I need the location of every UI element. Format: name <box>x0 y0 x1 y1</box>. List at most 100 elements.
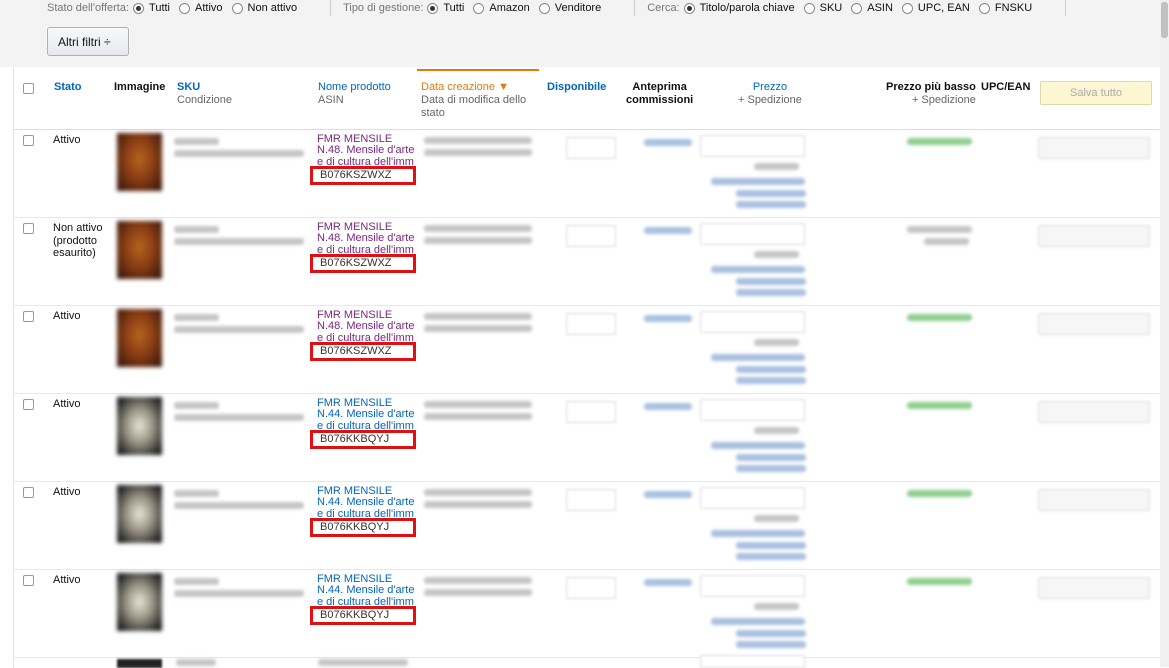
product-name-link[interactable]: FMR MENSILE N.44. Mensile d'arte e di cu… <box>317 574 417 607</box>
header-created[interactable]: Data creazione ▼ Data di modifica dello s… <box>421 81 539 120</box>
sku-value <box>174 402 219 409</box>
sku-value <box>174 578 219 585</box>
radio-offer-all[interactable]: Tutti <box>133 2 170 14</box>
price-input[interactable] <box>700 223 805 245</box>
row-checkbox[interactable] <box>23 223 34 234</box>
product-thumbnail[interactable] <box>117 573 162 631</box>
radio-search-title[interactable]: Titolo/parola chiave <box>683 2 795 14</box>
management-type-label: Tipo di gestione: <box>343 2 424 14</box>
product-name-link[interactable]: FMR MENSILE N.48. Mensile d'arte e di cu… <box>317 222 417 255</box>
quantity-input[interactable] <box>566 137 616 159</box>
actions-dropdown[interactable] <box>1038 313 1150 335</box>
fees-preview-link[interactable] <box>644 579 692 586</box>
product-thumbnail[interactable] <box>117 397 162 455</box>
row-checkbox[interactable] <box>23 135 34 146</box>
radio-offer-active[interactable]: Attivo <box>179 2 223 14</box>
product-name-link[interactable]: FMR MENSILE N.48. Mensile d'arte e di cu… <box>317 134 417 167</box>
more-filters-button[interactable]: Altri filtri ÷ <box>47 27 129 56</box>
price-input[interactable] <box>700 311 805 333</box>
filter-bar: Stato dell'offerta: Tutti Attivo Non att… <box>0 0 1169 67</box>
shipping-template-link[interactable] <box>736 289 806 296</box>
fees-preview-link[interactable] <box>644 315 692 322</box>
shipping-template-link[interactable] <box>736 454 806 461</box>
fees-preview-link[interactable] <box>644 403 692 410</box>
header-sku[interactable]: SKU Condizione <box>177 81 232 107</box>
product-thumbnail[interactable] <box>117 309 162 367</box>
scrollbar-thumb[interactable] <box>1161 2 1168 38</box>
fees-preview-link[interactable] <box>644 491 692 498</box>
shipping-template-link[interactable] <box>736 377 806 384</box>
lowest-price-value <box>907 402 972 409</box>
radio-icon <box>803 2 815 14</box>
save-all-button[interactable]: Salva tutto <box>1040 81 1152 105</box>
quantity-input[interactable] <box>566 225 616 247</box>
product-name-link[interactable] <box>318 659 408 666</box>
quantity-input[interactable] <box>566 401 616 423</box>
radio-search-fnsku[interactable]: FNSKU <box>978 2 1032 14</box>
header-available[interactable]: Disponibile <box>547 81 606 94</box>
shipping-template-link[interactable] <box>711 442 805 449</box>
row-checkbox[interactable] <box>23 399 34 410</box>
quantity-input[interactable] <box>566 313 616 335</box>
header-price[interactable]: Prezzo + Spedizione <box>738 81 802 107</box>
price-input[interactable] <box>700 135 805 157</box>
shipping-template-link[interactable] <box>711 354 805 361</box>
radio-mgmt-all[interactable]: Tutti <box>427 2 464 14</box>
management-type-filter: Tipo di gestione: Tutti Amazon Venditore <box>343 2 610 14</box>
shipping-template-link[interactable] <box>711 266 805 273</box>
actions-dropdown[interactable] <box>1038 401 1150 423</box>
table-row: Attivo FMR MENSILE N.44. Mensile d'arte … <box>13 394 1160 482</box>
page-scrollbar[interactable] <box>1160 0 1169 667</box>
lowest-price-value <box>907 490 972 497</box>
radio-search-upc[interactable]: UPC, EAN <box>901 2 970 14</box>
radio-icon <box>231 2 243 14</box>
created-date <box>424 577 532 584</box>
quantity-input[interactable] <box>566 577 616 599</box>
product-name-link[interactable]: FMR MENSILE N.48. Mensile d'arte e di cu… <box>317 310 417 343</box>
shipping-template-link[interactable] <box>736 201 806 208</box>
price-input[interactable] <box>700 399 805 421</box>
row-checkbox[interactable] <box>23 575 34 586</box>
quantity-input[interactable] <box>566 489 616 511</box>
select-all-checkbox[interactable] <box>23 83 34 94</box>
price-input[interactable] <box>700 575 805 597</box>
actions-dropdown[interactable] <box>1038 577 1150 599</box>
radio-search-sku[interactable]: SKU <box>803 2 842 14</box>
shipping-template-link[interactable] <box>736 465 806 472</box>
radio-mgmt-amazon[interactable]: Amazon <box>473 2 530 14</box>
row-checkbox[interactable] <box>23 487 34 498</box>
shipping-template-link[interactable] <box>736 542 806 549</box>
shipping-value <box>754 163 799 170</box>
shipping-template-link[interactable] <box>736 278 806 285</box>
header-product-name[interactable]: Nome prodotto ASIN <box>318 81 391 107</box>
actions-dropdown[interactable] <box>1038 137 1150 159</box>
product-name-link[interactable]: FMR MENSILE N.44. Mensile d'arte e di cu… <box>317 486 417 519</box>
product-thumbnail[interactable] <box>117 133 162 191</box>
created-date <box>424 225 532 232</box>
shipping-template-link[interactable] <box>736 553 806 560</box>
shipping-template-link[interactable] <box>736 630 806 637</box>
product-thumbnail[interactable] <box>117 485 162 543</box>
radio-mgmt-seller[interactable]: Venditore <box>538 2 601 14</box>
fees-preview-link[interactable] <box>644 227 692 234</box>
radio-offer-inactive[interactable]: Non attivo <box>231 2 297 14</box>
shipping-template-link[interactable] <box>711 530 805 537</box>
price-input[interactable] <box>700 655 805 668</box>
price-input[interactable] <box>700 487 805 509</box>
fees-preview-link[interactable] <box>644 139 692 146</box>
actions-dropdown[interactable] <box>1038 489 1150 511</box>
radio-icon <box>179 2 191 14</box>
shipping-template-link[interactable] <box>736 366 806 373</box>
actions-dropdown[interactable] <box>1038 225 1150 247</box>
row-checkbox[interactable] <box>23 311 34 322</box>
shipping-template-link[interactable] <box>736 190 806 197</box>
shipping-template-link[interactable] <box>711 618 805 625</box>
more-filters-label: Altri filtri <box>58 34 101 49</box>
sku-value <box>174 138 219 145</box>
shipping-template-link[interactable] <box>711 178 805 185</box>
product-thumbnail[interactable] <box>117 221 162 279</box>
radio-search-asin[interactable]: ASIN <box>851 2 893 14</box>
product-name-link[interactable]: FMR MENSILE N.44. Mensile d'arte e di cu… <box>317 398 417 431</box>
shipping-template-link[interactable] <box>736 641 806 648</box>
header-status[interactable]: Stato <box>54 81 82 94</box>
